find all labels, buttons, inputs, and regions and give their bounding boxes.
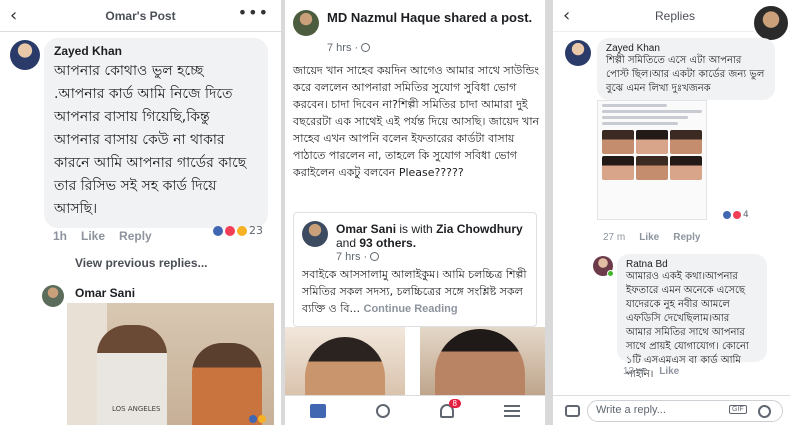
avatar[interactable] xyxy=(10,40,40,70)
tagged-person[interactable]: Zia Chowdhury xyxy=(436,222,523,236)
person-image xyxy=(305,337,385,395)
reply-button[interactable]: Reply xyxy=(119,229,152,243)
screenshot-line xyxy=(602,116,689,119)
bottom-nav: 8 xyxy=(285,395,545,425)
thumbnail-right[interactable] xyxy=(420,327,545,395)
reply-button[interactable]: Reply xyxy=(673,232,700,243)
like-reaction-icon xyxy=(213,225,223,236)
friends-icon[interactable] xyxy=(376,403,390,418)
emoji-icon[interactable] xyxy=(758,405,771,418)
reply-author[interactable]: Omar Sani xyxy=(75,286,135,300)
screenshot-photo-grid xyxy=(598,128,706,182)
view-previous-replies-link[interactable]: View previous replies... xyxy=(75,256,208,270)
avatar[interactable] xyxy=(293,10,319,36)
reaction-summary[interactable]: 23 xyxy=(213,224,263,237)
screenshot-line xyxy=(602,104,667,107)
grid-photo xyxy=(670,130,702,154)
menu-icon[interactable] xyxy=(504,404,520,417)
comment-bubble: Zayed Khan আপনার কোথাও ভুল হচ্ছে .আপনার … xyxy=(44,38,268,228)
shared-author-line[interactable]: Omar Sani is with Zia Chowdhury and 93 o… xyxy=(336,222,532,250)
photo-reaction-summary[interactable] xyxy=(249,415,266,423)
haha-reaction-icon xyxy=(237,225,247,236)
tagged-others[interactable]: 93 others. xyxy=(359,236,416,250)
attached-screenshot[interactable] xyxy=(597,100,707,220)
like-reaction-icon xyxy=(723,211,731,219)
reply-time: 27 m xyxy=(603,232,626,243)
more-options-icon[interactable]: ••• xyxy=(238,3,269,22)
post-header-bar: ‹ Omar's Post ••• xyxy=(0,0,281,32)
online-status-icon xyxy=(607,270,614,277)
shared-text: সবাইকে আসসালামু আলাইকুম। আমি চলচ্চিত্র শ… xyxy=(302,266,534,318)
reply-text: শিল্পী সমিতিতে এসে এটা আপনার পোস্ট ছিল।আ… xyxy=(606,55,765,94)
with-text: is with xyxy=(399,222,433,236)
shared-time-text: 7 hrs · xyxy=(336,251,368,263)
like-button[interactable]: Like xyxy=(659,366,679,377)
photo-person-right xyxy=(192,343,262,425)
reply-photo[interactable]: LOS ANGELES xyxy=(67,303,274,425)
shared-author[interactable]: Omar Sani xyxy=(336,222,396,236)
shared-timestamp: 7 hrs · xyxy=(336,251,380,263)
comment-author[interactable]: Zayed Khan xyxy=(54,44,258,58)
haha-reaction-icon xyxy=(258,415,266,423)
continue-reading-link[interactable]: Continue Reading xyxy=(364,303,458,315)
omar-post-panel: ‹ Omar's Post ••• Zayed Khan আপনার কোথাও… xyxy=(0,0,281,425)
like-button[interactable]: Like xyxy=(81,229,105,243)
reply-bubble: Ratna Bd আমারও একই কথা।আপনার ইফতারে এমন … xyxy=(617,254,767,380)
avatar[interactable] xyxy=(302,221,328,247)
comment-time: 1h xyxy=(53,229,68,243)
back-arrow-icon[interactable]: ‹ xyxy=(10,5,17,26)
screenshot-collage: ‹ Omar's Post ••• Zayed Khan আপনার কোথাও… xyxy=(0,0,790,425)
person-image xyxy=(435,329,525,395)
avatar[interactable] xyxy=(565,40,591,66)
reply-time: 13 m xyxy=(623,366,646,377)
camera-icon[interactable] xyxy=(565,405,580,417)
post-text: জায়েদ খান সাহেব কয়দিন আগেও আমার সাথে স… xyxy=(293,64,540,179)
notification-badge: 8 xyxy=(448,398,461,408)
reaction-summary[interactable]: 4 xyxy=(723,210,749,220)
comment-text: আপনার কোথাও ভুল হচ্ছে .আপনার কার্ড আমি ন… xyxy=(54,63,247,217)
shared-post-panel: MD Nazmul Haque shared a post. 7 hrs · জ… xyxy=(285,0,545,425)
post-time-text: 7 hrs · xyxy=(327,42,359,54)
grid-photo xyxy=(602,130,634,154)
reply-actions: 27 m Like Reply xyxy=(603,232,700,243)
reply-author[interactable]: Ratna Bd xyxy=(626,259,758,270)
reply-bubble: Zayed Khan শিল্পী সমিতিতে এসে এটা আপনার … xyxy=(597,38,775,100)
replies-panel: ‹ Replies Zayed Khan শিল্পী সমিতিতে এসে … xyxy=(553,0,790,425)
reaction-count: 23 xyxy=(249,224,263,237)
globe-icon xyxy=(370,252,380,261)
replies-title: Replies xyxy=(655,9,696,23)
love-reaction-icon xyxy=(733,211,741,219)
reaction-count: 4 xyxy=(743,210,749,220)
screenshot-line xyxy=(602,110,702,113)
like-reaction-icon xyxy=(249,415,257,423)
and-text: and xyxy=(336,236,357,250)
shirt-text: LOS ANGELES xyxy=(112,405,161,413)
grid-photo xyxy=(602,156,634,180)
reply-input[interactable]: Write a reply... xyxy=(587,400,783,422)
notifications-icon[interactable]: 8 xyxy=(440,398,461,418)
video-thumbnails[interactable] xyxy=(285,327,545,395)
reply-composer: Write a reply... GIF xyxy=(553,395,790,425)
post-card: MD Nazmul Haque shared a post. 7 hrs · জ… xyxy=(285,0,545,395)
profile-avatar[interactable] xyxy=(752,4,790,42)
screenshot-line xyxy=(602,122,678,125)
grid-photo xyxy=(636,156,668,180)
reply-actions: 13 m Like xyxy=(623,366,679,377)
news-feed-icon[interactable] xyxy=(310,403,326,418)
reply-author[interactable]: Zayed Khan xyxy=(606,43,766,54)
back-arrow-icon[interactable]: ‹ xyxy=(563,5,570,26)
globe-icon xyxy=(361,43,371,52)
thumbnail-left[interactable] xyxy=(285,327,405,395)
love-reaction-icon xyxy=(225,225,235,236)
like-button[interactable]: Like xyxy=(639,232,659,243)
gif-button[interactable]: GIF xyxy=(729,405,747,414)
grid-photo xyxy=(636,130,668,154)
post-author-line[interactable]: MD Nazmul Haque shared a post. xyxy=(327,10,537,25)
post-title: Omar's Post xyxy=(105,8,176,23)
avatar[interactable] xyxy=(42,285,64,307)
post-timestamp: 7 hrs · xyxy=(327,42,371,54)
grid-photo xyxy=(670,156,702,180)
comment-actions: 1h Like Reply xyxy=(53,229,152,243)
shared-post-card[interactable]: Omar Sani is with Zia Chowdhury and 93 o… xyxy=(293,212,537,327)
